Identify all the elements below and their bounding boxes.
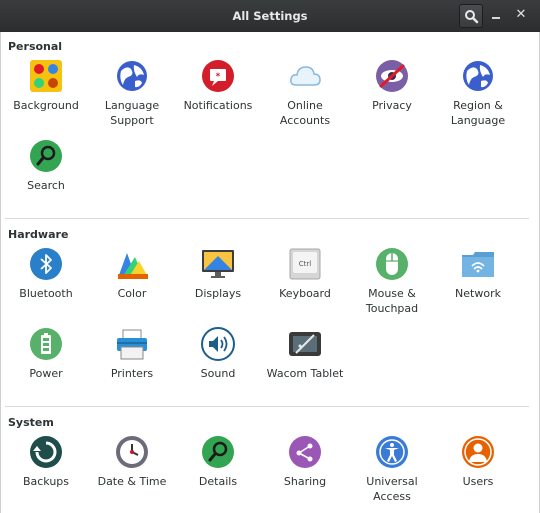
settings-item-label: Language Support — [104, 99, 160, 127]
region-language-icon — [461, 59, 495, 93]
settings-item-label: Search — [27, 179, 65, 192]
settings-item-label: Online Accounts — [279, 99, 331, 127]
details-icon — [201, 435, 235, 469]
search-button[interactable] — [459, 4, 483, 28]
color-icon — [115, 247, 149, 281]
mouse-icon — [375, 247, 409, 281]
wacom-tablet-icon — [288, 327, 322, 361]
language-support-icon — [115, 59, 149, 93]
settings-item-label: Network — [455, 287, 501, 300]
settings-item-label: Mouse & Touchpad — [365, 287, 419, 315]
settings-item-label: Date & Time — [97, 475, 167, 488]
network-icon — [461, 247, 495, 281]
sharing-icon — [288, 435, 322, 469]
settings-panel: Personal Hardware System Background Langu… — [0, 32, 540, 513]
settings-item-label: Sound — [200, 367, 236, 380]
keycap-label: Ctrl — [299, 260, 312, 268]
date-time-icon — [115, 435, 149, 469]
settings-item-label: Privacy — [372, 99, 412, 112]
settings-item-label: Keyboard — [279, 287, 331, 300]
printers-icon — [115, 327, 149, 361]
settings-item-label: Power — [29, 367, 63, 380]
displays-icon — [201, 247, 235, 281]
svg-text:*: * — [216, 72, 221, 82]
search-icon — [465, 10, 479, 24]
bluetooth-icon — [29, 247, 63, 281]
settings-item-label: Region & Language — [450, 99, 506, 127]
settings-item-label: Color — [117, 287, 147, 300]
power-icon — [29, 327, 63, 361]
section-title-hardware: Hardware — [8, 228, 69, 241]
universal-access-icon — [375, 435, 409, 469]
notifications-icon: * — [201, 59, 235, 93]
online-accounts-icon — [288, 59, 322, 93]
settings-item-label: Bluetooth — [19, 287, 73, 300]
settings-item-label: Universal Access — [366, 475, 418, 503]
close-button[interactable]: ✕ — [513, 5, 529, 25]
settings-item-label: Sharing — [283, 475, 327, 488]
settings-item-label: Backups — [22, 475, 70, 488]
settings-item-label: Notifications — [183, 99, 253, 112]
settings-item-label: Users — [462, 475, 494, 488]
privacy-icon — [375, 59, 409, 93]
section-title-personal: Personal — [8, 40, 63, 53]
section-title-system: System — [8, 416, 54, 429]
sound-icon — [201, 327, 235, 361]
search-icon — [29, 139, 63, 173]
settings-item-label: Wacom Tablet — [266, 367, 344, 380]
keyboard-icon: Ctrl — [288, 247, 322, 281]
settings-item-label: Details — [198, 475, 238, 488]
settings-item-label: Background — [13, 99, 79, 112]
divider — [5, 406, 529, 407]
users-icon — [461, 435, 495, 469]
divider — [5, 218, 529, 219]
minimize-button[interactable] — [492, 17, 500, 19]
close-icon: ✕ — [515, 7, 527, 22]
background-icon — [29, 59, 63, 93]
settings-item-label: Displays — [194, 287, 242, 300]
backups-icon — [29, 435, 63, 469]
settings-item-label: Printers — [110, 367, 154, 380]
title-bar: All Settings ✕ — [0, 0, 540, 32]
